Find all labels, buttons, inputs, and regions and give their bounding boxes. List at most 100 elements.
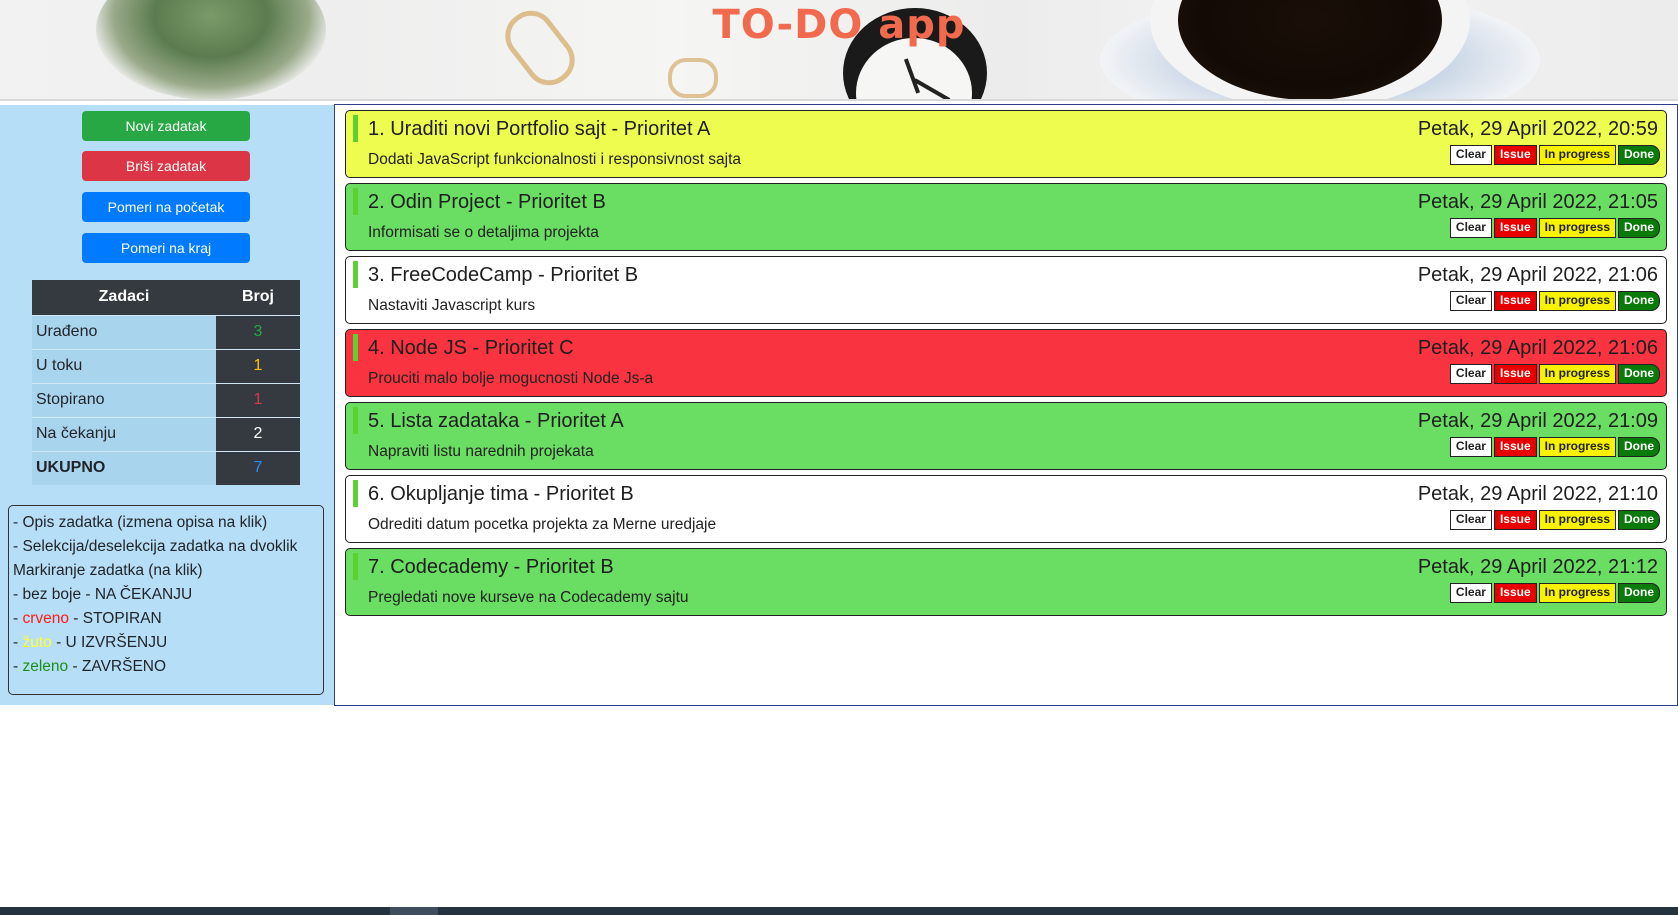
issue-button[interactable]: Issue — [1493, 291, 1537, 311]
task-actions: Clear Issue In progress Done — [1449, 218, 1660, 238]
stats-value: 3 — [216, 314, 300, 349]
done-button[interactable]: Done — [1618, 510, 1660, 530]
stats-value: 1 — [216, 382, 300, 417]
clear-button[interactable]: Clear — [1449, 510, 1492, 530]
issue-button[interactable]: Issue — [1493, 510, 1537, 530]
clear-button[interactable]: Clear — [1449, 218, 1492, 238]
task-date: Petak, 29 April 2022, 21:12 — [1417, 556, 1658, 578]
stats-row: Stopirano 1 — [32, 382, 300, 417]
app-title: TO-DO app — [712, 2, 966, 48]
clear-button[interactable]: Clear — [1449, 364, 1492, 384]
legend-line: - Selekcija/deselekcija zadatka na dvokl… — [13, 538, 298, 555]
task-card[interactable]: 5. Lista zadataka - Prioritet A Petak, 29… — [345, 402, 1667, 470]
done-button[interactable]: Done — [1618, 291, 1660, 311]
task-description[interactable]: Nastaviti Javascript kurs — [368, 297, 535, 315]
in-progress-button[interactable]: In progress — [1538, 583, 1616, 603]
clear-button[interactable]: Clear — [1449, 437, 1492, 457]
task-title: 6. Okupljanje tima - Prioritet B — [368, 483, 634, 505]
done-button[interactable]: Done — [1618, 583, 1660, 603]
legend-box: - Opis zadatka (izmena opisa na klik) - … — [8, 505, 324, 695]
task-date: Petak, 29 April 2022, 21:09 — [1417, 410, 1658, 432]
paperclip-decoration — [668, 58, 718, 98]
task-title: 1. Uraditi novi Portfolio sajt - Priorit… — [368, 118, 711, 140]
done-button[interactable]: Done — [1618, 364, 1660, 384]
stats-value: 1 — [216, 348, 300, 383]
task-actions: Clear Issue In progress Done — [1449, 145, 1660, 165]
task-marker — [353, 115, 358, 142]
legend-line: - bez boje - NA ČEKANJU — [13, 586, 193, 603]
clear-button[interactable]: Clear — [1449, 583, 1492, 603]
task-description[interactable]: Dodati JavaScript funkcionalnosti i resp… — [368, 151, 741, 169]
legend-color-red: crveno — [22, 610, 69, 627]
legend-color-green: zeleno — [22, 658, 69, 675]
stats-table: Zadaci Broj Urađeno 3 U toku 1 Stopirano 1 Na … — [32, 280, 300, 485]
in-progress-button[interactable]: In progress — [1538, 145, 1616, 165]
stats-header-tasks: Zadaci — [32, 280, 216, 315]
issue-button[interactable]: Issue — [1493, 437, 1537, 457]
task-title: 4. Node JS - Prioritet C — [368, 337, 574, 359]
task-marker — [353, 261, 358, 288]
task-title: 7. Codecademy - Prioritet B — [368, 556, 614, 578]
task-date: Petak, 29 April 2022, 21:05 — [1417, 191, 1658, 213]
task-card[interactable]: 1. Uraditi novi Portfolio sajt - Priorit… — [345, 110, 1667, 178]
issue-button[interactable]: Issue — [1493, 364, 1537, 384]
task-description[interactable]: Napraviti listu narednih projekata — [368, 443, 594, 461]
done-button[interactable]: Done — [1618, 437, 1660, 457]
task-card[interactable]: 6. Okupljanje tima - Prioritet B Petak, 2… — [345, 475, 1667, 543]
stats-value: 7 — [216, 450, 300, 485]
task-title: 3. FreeCodeCamp - Prioritet B — [368, 264, 639, 286]
in-progress-button[interactable]: In progress — [1538, 218, 1616, 238]
stats-row: Na čekanju 2 — [32, 416, 300, 451]
task-card[interactable]: 2. Odin Project - Prioritet B Petak, 29 A… — [345, 183, 1667, 251]
header-banner: TO-DO app — [0, 0, 1678, 101]
task-description[interactable]: Prouciti malo bolje mogucnosti Node Js-a — [368, 370, 653, 388]
stats-label: Stopirano — [32, 382, 216, 417]
issue-button[interactable]: Issue — [1493, 583, 1537, 603]
task-actions: Clear Issue In progress Done — [1449, 583, 1660, 603]
stats-label: Urađeno — [32, 314, 216, 349]
clear-button[interactable]: Clear — [1449, 145, 1492, 165]
stats-row: Urađeno 3 — [32, 314, 300, 349]
legend-line: - crveno - STOPIRAN — [13, 607, 319, 631]
clear-button[interactable]: Clear — [1449, 291, 1492, 311]
done-button[interactable]: Done — [1618, 145, 1660, 165]
legend-line: - žuto - U IZVRŠENJU — [13, 631, 319, 655]
task-actions: Clear Issue In progress Done — [1449, 364, 1660, 384]
move-to-end-button[interactable]: Pomeri na kraj — [82, 233, 250, 263]
task-actions: Clear Issue In progress Done — [1449, 510, 1660, 530]
task-description[interactable]: Odrediti datum pocetka projekta za Merne… — [368, 516, 716, 534]
in-progress-button[interactable]: In progress — [1538, 510, 1616, 530]
legend-suffix: - U IZVRŠENJU — [51, 634, 168, 651]
task-card[interactable]: 7. Codecademy - Prioritet B Petak, 29 Apr… — [345, 548, 1667, 616]
task-card[interactable]: 4. Node JS - Prioritet C Petak, 29 April … — [345, 329, 1667, 397]
stats-value: 2 — [216, 416, 300, 451]
move-to-start-button[interactable]: Pomeri na početak — [82, 192, 250, 222]
task-date: Petak, 29 April 2022, 21:10 — [1417, 483, 1658, 505]
task-actions: Clear Issue In progress Done — [1449, 291, 1660, 311]
issue-button[interactable]: Issue — [1493, 218, 1537, 238]
legend-color-yellow: žuto — [22, 634, 52, 651]
task-card[interactable]: 3. FreeCodeCamp - Prioritet B Petak, 29 A… — [345, 256, 1667, 324]
legend-line: Markiranje zadatka (na klik) — [13, 562, 203, 579]
in-progress-button[interactable]: In progress — [1538, 364, 1616, 384]
legend-suffix: - ZAVRŠENO — [68, 658, 167, 675]
new-task-button[interactable]: Novi zadatak — [82, 111, 250, 141]
task-title: 5. Lista zadataka - Prioritet A — [368, 410, 624, 432]
task-list: 1. Uraditi novi Portfolio sajt - Priorit… — [334, 104, 1678, 706]
stats-label: UKUPNO — [32, 450, 216, 485]
done-button[interactable]: Done — [1618, 218, 1660, 238]
task-marker — [353, 334, 358, 361]
taskbar-item[interactable] — [390, 907, 438, 915]
task-date: Petak, 29 April 2022, 21:06 — [1417, 264, 1658, 286]
task-marker — [353, 407, 358, 434]
task-marker — [353, 553, 358, 580]
delete-task-button[interactable]: Briši zadatak — [82, 151, 250, 181]
task-description[interactable]: Informisati se o detaljima projekta — [368, 224, 599, 242]
task-description[interactable]: Pregledati nove kurseve na Codecademy sa… — [368, 589, 689, 607]
stats-row: U toku 1 — [32, 348, 300, 383]
task-marker — [353, 480, 358, 507]
legend-line: - zeleno - ZAVRŠENO — [13, 655, 319, 679]
issue-button[interactable]: Issue — [1493, 145, 1537, 165]
in-progress-button[interactable]: In progress — [1538, 437, 1616, 457]
in-progress-button[interactable]: In progress — [1538, 291, 1616, 311]
